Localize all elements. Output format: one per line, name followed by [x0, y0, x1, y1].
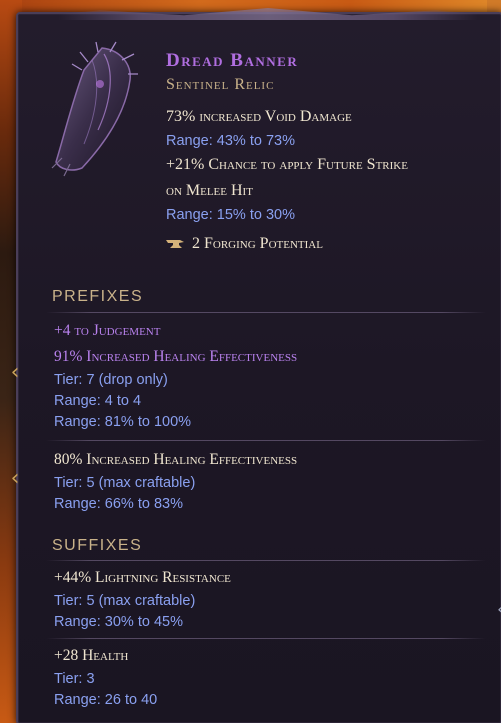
anvil-icon — [166, 240, 184, 248]
affix-stat: +28 Health — [54, 647, 129, 664]
affix-range: Range: 66% to 83% — [54, 496, 183, 512]
affix-range: Range: 4 to 4 — [54, 393, 142, 409]
forging-potential-text: 2 Forging Potential — [192, 235, 323, 252]
section-divider — [46, 312, 486, 313]
affix-tier: Tier: 5 (max craftable) — [54, 593, 196, 609]
implicit-stat-continued: on Melee Hit — [166, 182, 253, 199]
suffix-affix: +44% Lightning Resistance Tier: 5 (max c… — [54, 565, 484, 633]
affix-tier: Tier: 5 (max craftable) — [54, 475, 196, 491]
implicit-stat: +21% Chance to apply Future Strike — [166, 156, 408, 173]
item-header: Dread Banner Sentinel Relic 73% increase… — [166, 50, 496, 256]
left-chevron-ornament-icon: ‹ — [10, 360, 20, 385]
affix-range: Range: 30% to 45% — [54, 614, 183, 630]
banner-relic-icon — [51, 41, 138, 177]
affix-stat: +44% Lightning Resistance — [54, 569, 231, 586]
prefix-affix: +4 to Judgement 91% Increased Healing Ef… — [54, 318, 484, 433]
implicit-range: Range: 43% to 73% — [166, 133, 295, 149]
affix-tier: Tier: 7 (drop only) — [54, 372, 168, 388]
item-name: Dread Banner — [166, 50, 299, 71]
section-divider — [46, 560, 486, 561]
affix-stat: 91% Increased Healing Effectiveness — [54, 348, 298, 365]
item-type: Sentinel Relic — [166, 76, 275, 93]
implicit-stat: 73% increased Void Damage — [166, 108, 352, 125]
affix-stat: +4 to Judgement — [54, 322, 161, 339]
affix-divider — [46, 440, 486, 441]
implicit-range: Range: 15% to 30% — [166, 207, 295, 223]
affix-range: Range: 26 to 40 — [54, 692, 158, 708]
affix-range: Range: 81% to 100% — [54, 414, 192, 430]
item-tooltip: ‹ ‹ ‹ Dread Banner Sentinel Relic 73% in… — [11, 8, 501, 723]
prefixes-title: PREFIXES — [52, 288, 144, 305]
affix-tier: Tier: 3 — [54, 671, 95, 687]
right-chevron-ornament-icon: ‹ — [497, 598, 501, 622]
left-chevron-ornament-icon: ‹ — [10, 466, 20, 491]
affix-stat: 80% Increased Healing Effectiveness — [54, 451, 298, 468]
prefix-affix: 80% Increased Healing Effectiveness Tier… — [54, 447, 484, 515]
forging-potential: 2 Forging Potential — [166, 232, 496, 256]
affix-divider — [46, 638, 486, 639]
suffixes-title: SUFFIXES — [52, 537, 143, 554]
suffix-affix: +28 Health Tier: 3 Range: 26 to 40 — [54, 643, 484, 711]
